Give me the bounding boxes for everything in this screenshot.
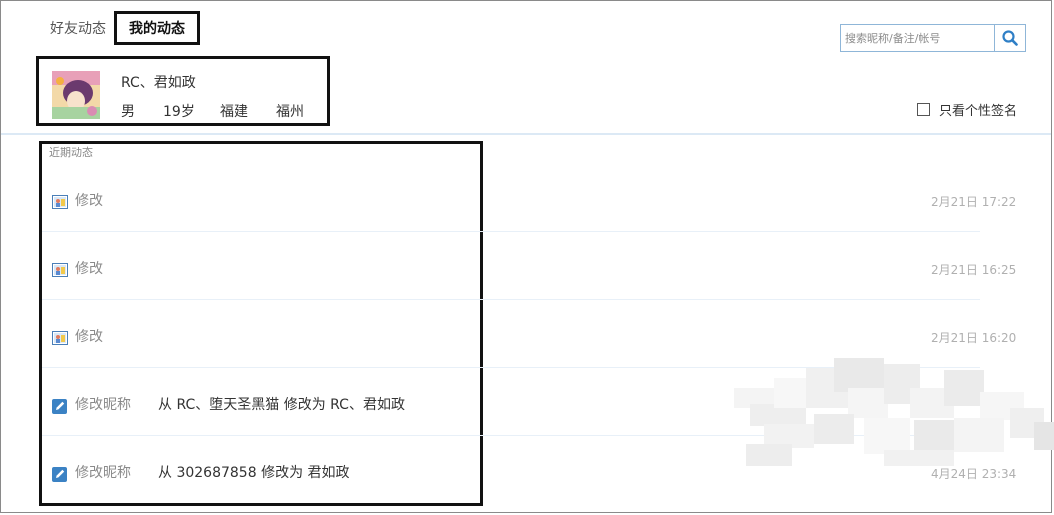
feed-item[interactable]: 修改 2月21日 17:22 (42, 164, 1016, 232)
avatar[interactable] (52, 71, 100, 119)
feed-item-label: 修改 (75, 193, 103, 209)
feed-item-label: 修改 (75, 329, 103, 345)
profile-meta: 男 19岁 福建 福州 (121, 101, 304, 121)
profile-card: RC、君如政 男 19岁 福建 福州 (36, 56, 330, 126)
signature-only-label: 只看个性签名 (939, 104, 1018, 119)
avatar-update-icon (52, 331, 68, 345)
feed-item-time: 2月21日 16:25 (931, 263, 1017, 277)
tab-my-feed[interactable]: 我的动态 (114, 11, 200, 45)
search-input[interactable] (841, 25, 994, 51)
feed-item-time: 2月21日 17:22 (931, 195, 1017, 209)
feed-item-detail: 从 302687858 修改为 君如政 (158, 465, 350, 481)
profile-name: RC、君如政 (121, 75, 196, 91)
feed-item-label: 修改昵称 (75, 465, 131, 481)
tab-friends-feed[interactable]: 好友动态 (44, 12, 112, 44)
avatar-update-icon (52, 195, 68, 209)
profile-province: 福建 (220, 104, 248, 120)
feed-item[interactable]: 修改 2月21日 16:25 (42, 232, 1016, 300)
profile-city: 福州 (276, 104, 304, 120)
feed-item-label: 修改昵称 (75, 397, 131, 413)
profile-age: 19岁 (163, 104, 195, 120)
edit-icon (52, 467, 67, 482)
feed-item-time: 2月21日 16:20 (931, 331, 1017, 345)
edit-icon (52, 399, 67, 414)
avatar-update-icon (52, 263, 68, 277)
signature-only-filter[interactable]: 只看个性签名 (917, 100, 1017, 119)
feed-item-detail: 从 RC、堕天圣黑猫 修改为 RC、君如政 (158, 397, 405, 413)
search-icon (1002, 30, 1018, 46)
search-button[interactable] (994, 25, 1025, 51)
profile-gender: 男 (121, 104, 135, 120)
section-label-recent: 近期动态 (49, 146, 93, 159)
feed-item-label: 修改 (75, 261, 103, 277)
mosaic-watermark (734, 358, 1054, 470)
avatar-image (52, 71, 100, 119)
feed-tabs: 好友动态 我的动态 (44, 10, 200, 46)
header-divider (1, 133, 1051, 135)
signature-only-checkbox[interactable] (917, 103, 930, 116)
search-box (840, 24, 1026, 52)
